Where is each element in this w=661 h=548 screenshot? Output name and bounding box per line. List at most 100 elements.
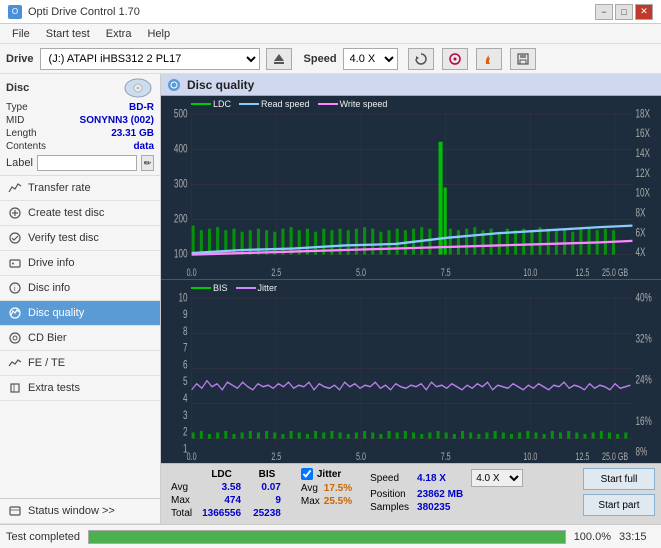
disc-length-val: 23.31 GB — [111, 128, 154, 139]
nav-cd-bier[interactable]: CD Bier — [0, 326, 160, 351]
speed-position-section: Speed 4.18 X 4.0 X Position 23862 MB — [366, 468, 527, 514]
burn-button[interactable] — [476, 48, 502, 70]
disc-label-edit-button[interactable]: ✏ — [141, 155, 154, 171]
drive-select[interactable]: (J:) ATAPI iHBS312 2 PL17 — [40, 48, 260, 70]
nav-fe-te[interactable]: FE / TE — [0, 351, 160, 376]
nav-fe-te-label: FE / TE — [28, 357, 65, 369]
speed-select[interactable]: 4.0 X — [343, 48, 398, 70]
save-button[interactable] — [510, 48, 536, 70]
menu-file[interactable]: File — [4, 26, 38, 42]
sidebar: Disc Type BD-R MID SONYNN3 (002) Length … — [0, 74, 161, 524]
legend-ldc: LDC — [213, 99, 231, 109]
jitter-checkbox[interactable] — [301, 468, 313, 480]
top-chart-legend: LDC Read speed Write speed — [191, 99, 387, 109]
svg-text:12.5: 12.5 — [575, 451, 589, 463]
nav-create-test-disc[interactable]: Create test disc — [0, 201, 160, 226]
jitter-avg-val: 17.5% — [324, 482, 352, 495]
svg-text:7: 7 — [183, 342, 188, 355]
nav-disc-info[interactable]: i Disc info — [0, 276, 160, 301]
svg-text:200: 200 — [174, 213, 188, 226]
svg-text:6X: 6X — [635, 227, 645, 240]
svg-text:i: i — [14, 286, 16, 293]
speed-stat-val: 4.18 X — [413, 468, 467, 488]
svg-text:18X: 18X — [635, 108, 650, 121]
avg-label: Avg — [167, 481, 196, 494]
status-text: Test completed — [6, 531, 80, 543]
fe-te-icon — [8, 356, 22, 370]
menu-start-test[interactable]: Start test — [38, 26, 98, 42]
disc-contents-key: Contents — [6, 141, 46, 152]
svg-text:32%: 32% — [635, 333, 651, 346]
svg-text:25.0 GB: 25.0 GB — [602, 451, 628, 463]
jitter-max-val: 25.5% — [324, 495, 352, 508]
start-full-button[interactable]: Start full — [583, 468, 655, 490]
svg-text:10.0: 10.0 — [523, 451, 537, 463]
legend-bis: BIS — [213, 283, 228, 293]
legend-write-speed: Write speed — [340, 99, 388, 109]
svg-text:10.0: 10.0 — [523, 267, 537, 279]
disc-icon-button[interactable] — [442, 48, 468, 70]
avg-ldc: 3.58 — [196, 481, 247, 494]
svg-text:300: 300 — [174, 178, 188, 191]
menu-help[interactable]: Help — [139, 26, 178, 42]
svg-text:10X: 10X — [635, 187, 650, 200]
menu-extra[interactable]: Extra — [98, 26, 140, 42]
title-bar: O Opti Drive Control 1.70 − □ ✕ — [0, 0, 661, 24]
svg-text:5.0: 5.0 — [356, 451, 366, 463]
disc-contents-val: data — [133, 141, 154, 152]
eject-button[interactable] — [266, 48, 292, 70]
svg-text:12X: 12X — [635, 167, 650, 180]
start-buttons: Start full Start part — [583, 468, 655, 516]
nav-extra-tests[interactable]: Extra tests — [0, 376, 160, 401]
disc-quality-title: Disc quality — [187, 78, 254, 92]
progress-percentage: 100.0% — [574, 531, 611, 543]
svg-text:25.0 GB: 25.0 GB — [602, 267, 628, 279]
nav-disc-quality-label: Disc quality — [28, 307, 84, 319]
svg-text:9: 9 — [183, 309, 188, 322]
nav-drive-info-label: Drive info — [28, 257, 74, 269]
verify-test-disc-icon — [8, 231, 22, 245]
start-part-button[interactable]: Start part — [583, 494, 655, 516]
refresh-button[interactable] — [408, 48, 434, 70]
nav-extra-tests-label: Extra tests — [28, 382, 80, 394]
svg-text:8%: 8% — [635, 446, 647, 459]
close-button[interactable]: ✕ — [635, 4, 653, 20]
create-test-disc-icon — [8, 206, 22, 220]
nav-disc-quality[interactable]: Disc quality — [0, 301, 160, 326]
disc-label-key: Label — [6, 157, 33, 169]
disc-type-val: BD-R — [129, 102, 154, 113]
content-area: Disc quality LDC Read speed — [161, 74, 661, 524]
svg-text:10: 10 — [178, 292, 187, 305]
bottom-chart: BIS Jitter 10 9 8 7 6 5 4 — [161, 280, 661, 463]
disc-quality-header-icon — [167, 78, 181, 92]
svg-text:4: 4 — [183, 393, 188, 406]
speed-target-select[interactable]: 4.0 X — [471, 469, 523, 487]
jitter-max-label: Max — [301, 496, 320, 507]
nav-transfer-rate[interactable]: Transfer rate — [0, 176, 160, 201]
disc-mid-key: MID — [6, 115, 24, 126]
samples-label: Samples — [366, 501, 413, 514]
svg-text:0.0: 0.0 — [187, 451, 197, 463]
cd-bier-icon — [8, 331, 22, 345]
transfer-rate-icon — [8, 181, 22, 195]
svg-text:24%: 24% — [635, 374, 651, 387]
svg-text:7.5: 7.5 — [441, 267, 451, 279]
svg-text:6: 6 — [183, 359, 188, 372]
jitter-section: Jitter Avg Max 17.5% 25.5% — [301, 468, 352, 508]
nav-drive-info[interactable]: Drive info — [0, 251, 160, 276]
disc-mid-val: SONYNN3 (002) — [80, 115, 154, 126]
status-window-icon — [8, 504, 22, 518]
svg-text:8: 8 — [183, 325, 188, 338]
progress-bar — [88, 530, 566, 544]
charts-area: LDC Read speed Write speed 500 — [161, 96, 661, 463]
disc-quality-icon — [8, 306, 22, 320]
disc-label-input[interactable] — [37, 155, 137, 171]
drive-bar: Drive (J:) ATAPI iHBS312 2 PL17 Speed 4.… — [0, 44, 661, 74]
speed-stat-label: Speed — [366, 468, 413, 488]
maximize-button[interactable]: □ — [615, 4, 633, 20]
disc-quality-header: Disc quality — [161, 74, 661, 96]
minimize-button[interactable]: − — [595, 4, 613, 20]
nav-verify-test-disc[interactable]: Verify test disc — [0, 226, 160, 251]
status-window[interactable]: Status window >> — [0, 498, 160, 524]
svg-text:400: 400 — [174, 143, 188, 156]
